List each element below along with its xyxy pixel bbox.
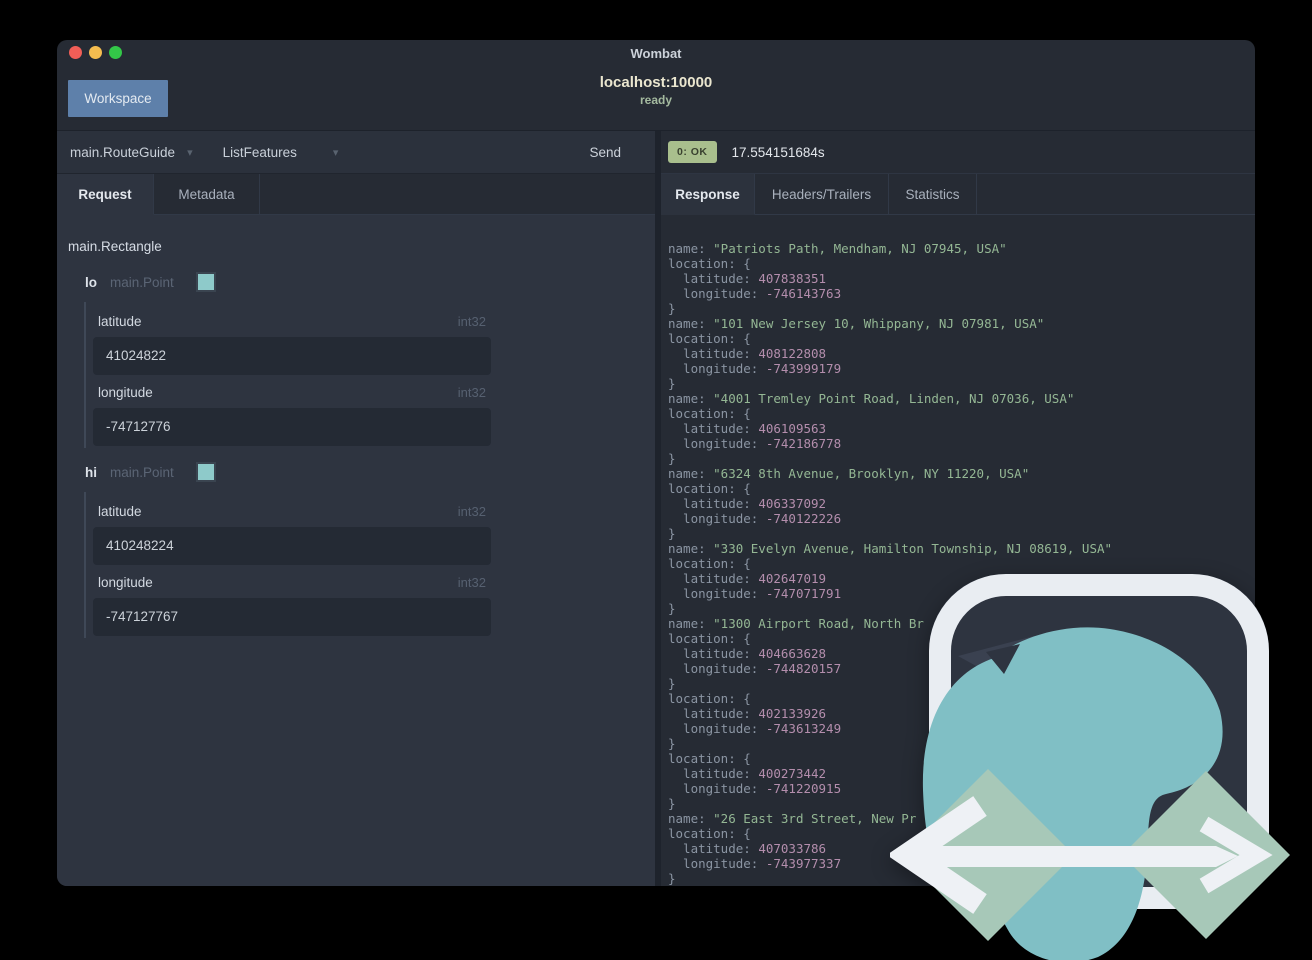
connection-header: Workspace localhost:10000 ready — [57, 66, 1255, 131]
subfield-label-row: longitude int32 — [93, 575, 491, 590]
desktop: { "titlebar": { "title": "Wombat" }, "he… — [0, 0, 1312, 960]
wombat-logo — [890, 574, 1290, 960]
method-selector-row: main.RouteGuide ▾ ListFeatures ▾ Send — [57, 131, 655, 174]
tabstrip-filler — [977, 174, 1255, 215]
tab-request[interactable]: Request — [57, 174, 154, 215]
response-line: latitude: 408122808 — [668, 346, 827, 361]
request-form: main.Rectangle lo main.Point latitude int32… — [57, 215, 655, 886]
field-name-label: hi — [85, 464, 97, 480]
request-panel: main.RouteGuide ▾ ListFeatures ▾ Send Re… — [57, 131, 655, 886]
response-line: name: "101 New Jersey 10, Whippany, NJ 0… — [668, 316, 1045, 331]
response-line: location: { — [668, 481, 751, 496]
server-address: localhost:10000 — [599, 74, 713, 91]
longitude-input[interactable]: -74712776 — [93, 408, 491, 446]
latitude-input[interactable]: 41024822 — [93, 337, 491, 375]
response-line: } — [668, 376, 676, 391]
field-header: hi main.Point — [85, 462, 655, 482]
minimize-button[interactable] — [89, 46, 102, 59]
field-header: lo main.Point — [85, 272, 655, 292]
close-button[interactable] — [69, 46, 82, 59]
arrow-shaft — [922, 846, 1238, 867]
response-line: longitude: -742186778 — [668, 436, 842, 451]
field-section-lo: lo main.Point latitude int32 41024822 longitu… — [68, 272, 655, 448]
tab-metadata[interactable]: Metadata — [154, 174, 260, 215]
response-line: location: { — [668, 406, 751, 421]
response-line: latitude: 406337092 — [668, 496, 827, 511]
form-sections: lo main.Point latitude int32 41024822 longitu… — [68, 272, 655, 638]
field-type-label: main.Point — [110, 274, 174, 290]
subfield-name-label: latitude — [98, 504, 142, 519]
response-tabstrip: Response Headers/Trailers Statistics — [661, 174, 1255, 215]
subfield-type-label: int32 — [457, 314, 486, 329]
tab-headers-trailers[interactable]: Headers/Trailers — [755, 174, 889, 215]
field-enabled-checkbox[interactable] — [195, 272, 216, 292]
response-line: } — [668, 301, 676, 316]
response-line: longitude: -740122226 — [668, 511, 842, 526]
response-line: longitude: -743999179 — [668, 361, 842, 376]
longitude-input[interactable]: -747127767 — [93, 598, 491, 636]
field-group: latitude int32 41024822 longitude int32 -7471… — [84, 302, 491, 448]
response-line: } — [668, 451, 676, 466]
subfield-name-label: latitude — [98, 314, 142, 329]
field-type-label: main.Point — [110, 464, 174, 480]
send-button[interactable]: Send — [589, 145, 621, 160]
response-line: location: { — [668, 331, 751, 346]
subfield-name-label: longitude — [98, 575, 153, 590]
subfield-type-label: int32 — [457, 385, 486, 400]
window-title: Wombat — [630, 46, 682, 61]
response-line: latitude: 406109563 — [668, 421, 827, 436]
tabstrip-filler — [260, 174, 655, 215]
response-line: location: { — [668, 256, 751, 271]
window-controls — [69, 46, 122, 59]
connection-info: localhost:10000 ready — [57, 74, 1255, 107]
subfield-label-row: latitude int32 — [93, 314, 491, 329]
zoom-button[interactable] — [109, 46, 122, 59]
response-line: name: "6324 8th Avenue, Brooklyn, NY 112… — [668, 466, 1030, 481]
response-line: latitude: 407838351 — [668, 271, 827, 286]
tab-statistics[interactable]: Statistics — [889, 174, 977, 215]
message-type-label: main.Rectangle — [68, 239, 162, 254]
field-enabled-checkbox[interactable] — [195, 462, 216, 482]
field-name-label: lo — [85, 274, 97, 290]
subfield-name-label: longitude — [98, 385, 153, 400]
subfield-label-row: longitude int32 — [93, 385, 491, 400]
subfield-type-label: int32 — [457, 575, 486, 590]
method-select[interactable]: ListFeatures — [223, 145, 297, 160]
status-badge: 0: OK — [668, 141, 717, 163]
response-line: } — [668, 526, 676, 541]
response-status-row: 0: OK 17.554151684s — [661, 131, 1255, 174]
tab-response[interactable]: Response — [661, 174, 755, 215]
response-line: longitude: -746143763 — [668, 286, 842, 301]
service-select[interactable]: main.RouteGuide — [70, 145, 175, 160]
field-group: latitude int32 410248224 longitude int32 -747… — [84, 492, 491, 638]
call-duration: 17.554151684s — [731, 144, 825, 160]
titlebar: Wombat — [57, 40, 1255, 66]
subfield-type-label: int32 — [457, 504, 486, 519]
chevron-down-icon[interactable]: ▾ — [187, 146, 193, 159]
latitude-input[interactable]: 410248224 — [93, 527, 491, 565]
subfield-label-row: latitude int32 — [93, 504, 491, 519]
field-section-hi: hi main.Point latitude int32 410248224 longit… — [68, 462, 655, 638]
connection-status: ready — [639, 93, 673, 107]
chevron-down-icon[interactable]: ▾ — [333, 146, 339, 159]
response-line: name: "4001 Tremley Point Road, Linden, … — [668, 391, 1075, 406]
request-tabstrip: Request Metadata — [57, 174, 655, 215]
response-line: name: "Patriots Path, Mendham, NJ 07945,… — [668, 241, 1007, 256]
response-line: name: "330 Evelyn Avenue, Hamilton Towns… — [668, 541, 1113, 556]
